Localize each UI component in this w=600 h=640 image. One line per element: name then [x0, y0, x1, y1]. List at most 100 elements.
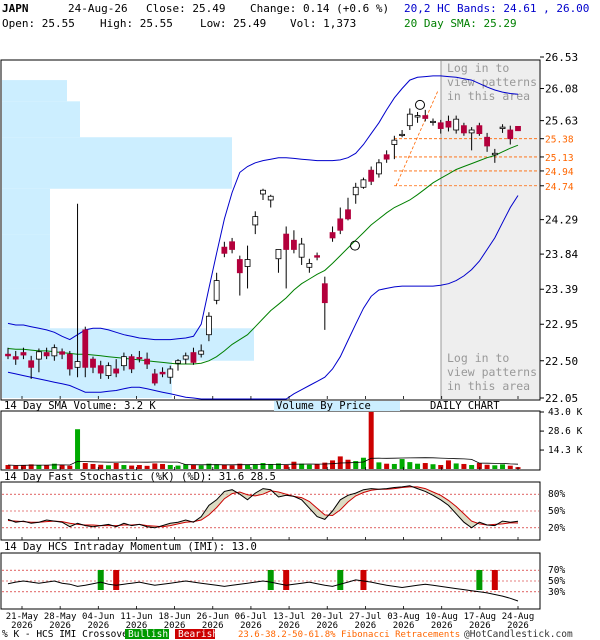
- candle-body: [5, 353, 11, 357]
- candle-body: [267, 195, 274, 201]
- header-bands: 20,2 HC Bands: 24.61 , 26.00: [404, 2, 589, 15]
- header-sma: 20 Day SMA: 25.29: [404, 17, 517, 30]
- candle-body: [391, 139, 398, 145]
- candle-body: [20, 352, 27, 356]
- bearish-crossover-bar: [360, 570, 367, 590]
- volume-bar: [129, 465, 135, 469]
- header-close: Close: 25.49: [146, 2, 225, 15]
- volume-bar: [82, 463, 88, 469]
- volume-bar: [190, 465, 196, 469]
- bearish-label: Bearish: [178, 629, 218, 640]
- candle-body: [406, 113, 413, 127]
- candle-body: [337, 218, 344, 231]
- price-tick-label: 26.08: [545, 83, 578, 96]
- imi-tick-label: 50%: [548, 576, 565, 587]
- candle-body: [151, 373, 158, 384]
- candle-body: [36, 351, 42, 360]
- candle-body: [198, 350, 205, 355]
- candle-body: [90, 358, 96, 368]
- candle-body: [59, 351, 65, 355]
- candle-body: [128, 356, 135, 370]
- candle-body: [314, 255, 320, 258]
- candle-body: [414, 115, 421, 118]
- volume-bar: [368, 412, 374, 469]
- stoch-tick-label: 20%: [548, 523, 565, 534]
- imi-axis: 70%50%30%: [548, 565, 565, 598]
- volume-title: 14 Day SMA Volume: 3.2 K: [4, 400, 156, 412]
- volume-bar: [36, 465, 42, 469]
- watermark-line: in this area: [447, 89, 530, 103]
- candle-body: [399, 133, 405, 136]
- stoch-tick-label: 80%: [548, 489, 565, 500]
- volume-bar: [469, 465, 475, 469]
- candle-body: [484, 136, 490, 147]
- watermark-line: view patterns: [447, 75, 537, 89]
- volume-bar: [345, 459, 351, 469]
- volume-bar: [221, 464, 227, 469]
- bullish-crossover-bar: [337, 570, 344, 590]
- header-change: Change: 0.14 (+0.6 %): [250, 2, 389, 15]
- candle-body: [136, 357, 143, 360]
- volume-bar: [5, 465, 11, 469]
- candle-body: [352, 186, 359, 196]
- candle-body: [229, 241, 235, 250]
- volume-bar: [314, 464, 320, 469]
- volume-bar: [407, 462, 413, 469]
- volume-bar: [105, 465, 111, 469]
- candle-body: [244, 259, 251, 267]
- candle-body: [422, 115, 429, 119]
- volume-bar: [492, 465, 498, 469]
- volume-bar: [507, 465, 513, 469]
- volume-bar: [291, 461, 297, 469]
- volume-bar: [152, 463, 158, 469]
- vbp-block: [2, 188, 50, 235]
- volume-bar: [113, 463, 119, 469]
- candle-body: [491, 152, 498, 156]
- copyright: @HotCandlestick.com: [464, 629, 573, 640]
- candle-body: [82, 329, 89, 368]
- volume-tick-label: 28.6 K: [548, 426, 583, 437]
- candle-body: [515, 125, 521, 132]
- pattern-shade: [441, 61, 539, 399]
- imi-title: 14 Day HCS Intraday Momentum (IMI): 13.0: [4, 541, 257, 553]
- volume-bar: [422, 463, 428, 469]
- volume-bar: [461, 463, 467, 469]
- candle-body: [345, 209, 351, 220]
- candle-body: [167, 368, 174, 378]
- volume-bar: [98, 464, 104, 469]
- volume-bar: [384, 463, 390, 469]
- vbp-block: [2, 137, 232, 189]
- price-tick-label: 25.63: [545, 115, 578, 128]
- vbp-block: [2, 80, 67, 102]
- volume-bar: [160, 463, 166, 469]
- volume-bar: [229, 465, 235, 469]
- candle-body: [28, 360, 35, 368]
- candle-body: [453, 118, 460, 131]
- volume-bar: [136, 465, 142, 469]
- header-vol: Vol: 1,373: [290, 17, 356, 30]
- volume-bar: [75, 429, 81, 469]
- volume-bar: [121, 465, 127, 469]
- candle-body: [182, 355, 189, 360]
- volume-bar: [44, 465, 50, 469]
- bearish-crossover-bar: [491, 570, 498, 590]
- volume-bar: [283, 465, 289, 469]
- volume-bar: [144, 465, 150, 469]
- header-date: 24-Aug-26: [68, 2, 128, 15]
- candle-body: [383, 154, 390, 160]
- footer: % K - HCS IMI Crossover: Bullish Bearish…: [2, 629, 573, 640]
- volume-bar: [90, 463, 96, 469]
- candle-body: [213, 280, 220, 301]
- candle-body: [306, 263, 313, 268]
- bullish-crossover-bar: [476, 570, 483, 590]
- watermark-line: in this area: [447, 379, 530, 393]
- volume-bar: [376, 462, 382, 469]
- candle-body: [461, 125, 467, 134]
- candle-body: [12, 356, 19, 360]
- candle-body: [368, 169, 375, 182]
- volume-bar: [445, 460, 451, 469]
- footer-lead: % K - HCS IMI Crossover:: [2, 629, 139, 640]
- candle-body: [206, 315, 212, 336]
- candle-body: [121, 356, 127, 367]
- volume-bar: [67, 465, 73, 469]
